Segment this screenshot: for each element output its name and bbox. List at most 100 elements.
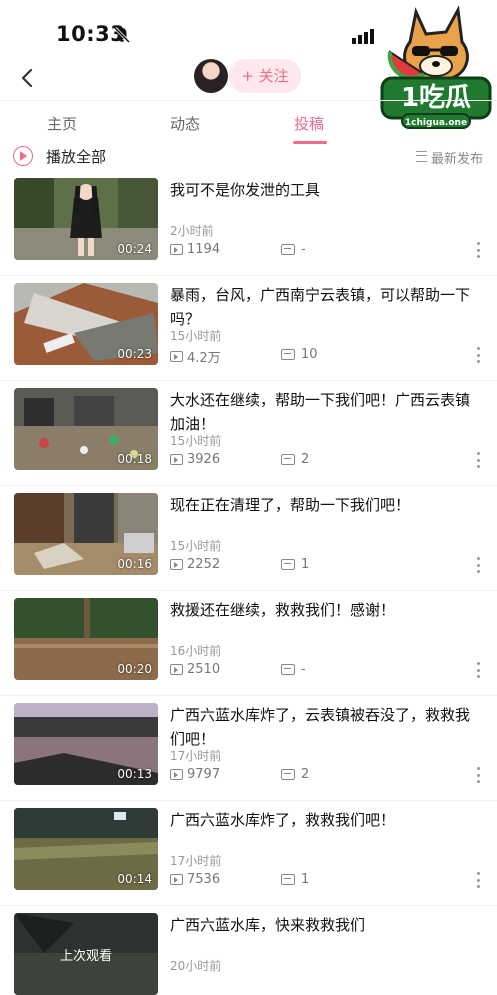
comment-icon	[281, 454, 295, 465]
tab-posts[interactable]: 投稿	[294, 113, 324, 134]
video-item[interactable]: 00:18 大水还在继续，帮助一下我们吧！广西云表镇加油！ 15小时前 3926 2	[0, 380, 497, 470]
play-count-icon	[170, 769, 183, 780]
last-watched-overlay: 上次观看	[14, 913, 158, 995]
video-duration: 00:13	[117, 767, 152, 781]
more-options-icon[interactable]	[477, 347, 481, 363]
video-thumbnail[interactable]: 00:23	[14, 283, 158, 365]
video-time-ago: 17小时前	[170, 854, 222, 868]
comment-icon	[281, 559, 295, 570]
list-divider	[0, 590, 497, 591]
video-time-ago: 15小时前	[170, 329, 222, 343]
comment-count: -	[281, 662, 306, 677]
list-divider	[0, 800, 497, 801]
video-thumbnail[interactable]: 00:16	[14, 493, 158, 575]
list-divider	[0, 695, 497, 696]
comment-icon	[281, 769, 295, 780]
video-title[interactable]: 广西六蓝水库炸了，救救我们吧！	[170, 808, 480, 832]
video-item[interactable]: 00:24 我可不是你发泄的工具 2小时前 1194 -	[0, 170, 497, 260]
comment-count-value: -	[301, 242, 306, 257]
list-divider	[0, 485, 497, 486]
follow-button[interactable]: + 关注	[229, 59, 301, 93]
video-item[interactable]: 00:23 暴雨，台风，广西南宁云表镇，可以帮助一下吗？ 15小时前 4.2万 10	[0, 275, 497, 366]
more-options-icon[interactable]	[477, 452, 481, 468]
video-item[interactable]: 00:20 救援还在继续，救救我们！感谢！ 16小时前 2510 -	[0, 590, 497, 680]
play-count-icon	[170, 351, 183, 362]
tab-home[interactable]: 主页	[47, 113, 77, 134]
tab-moments[interactable]: 动态	[170, 113, 200, 134]
play-count-icon	[170, 244, 183, 255]
play-count: 1194	[170, 242, 220, 257]
video-title[interactable]: 广西六蓝水库，快来救救我们	[170, 913, 480, 937]
play-count: 9797	[170, 767, 220, 782]
play-count-value: 7536	[187, 872, 221, 887]
comment-count-value: 10	[301, 347, 318, 362]
video-title[interactable]: 广西六蓝水库炸了，云表镇被吞没了，救救我们吧！	[170, 703, 480, 751]
video-thumbnail[interactable]: 00:24	[14, 178, 158, 260]
sort-button[interactable]: 最新发布	[415, 148, 483, 167]
play-count-value: 2252	[187, 557, 221, 572]
back-arrow-icon[interactable]	[14, 64, 42, 92]
play-count-value: 9797	[187, 767, 221, 782]
play-count-icon	[170, 559, 183, 570]
video-thumbnail[interactable]: 00:18	[14, 388, 158, 470]
video-time-ago: 20小时前	[170, 959, 222, 973]
play-count: 4.2万	[170, 347, 221, 366]
video-thumbnail[interactable]: 上次观看	[14, 913, 158, 995]
video-duration: 00:14	[117, 872, 152, 886]
video-duration: 00:23	[117, 347, 152, 361]
comment-count-value: -	[301, 662, 306, 677]
comment-icon	[281, 874, 295, 885]
video-title[interactable]: 大水还在继续，帮助一下我们吧！广西云表镇加油！	[170, 388, 480, 436]
video-thumbnail[interactable]: 00:13	[14, 703, 158, 785]
video-title[interactable]: 救援还在继续，救救我们！感谢！	[170, 598, 480, 622]
sort-label: 最新发布	[430, 152, 483, 167]
play-count-value: 1194	[187, 242, 221, 257]
play-count-value: 3926	[187, 452, 221, 467]
play-count: 7536	[170, 872, 220, 887]
play-circle-icon[interactable]	[13, 146, 33, 166]
comment-count-value: 1	[301, 872, 310, 887]
more-options-icon[interactable]	[477, 872, 481, 888]
video-thumbnail[interactable]: 00:20	[14, 598, 158, 680]
video-title[interactable]: 暴雨，台风，广西南宁云表镇，可以帮助一下吗？	[170, 283, 480, 331]
comment-count: 2	[281, 767, 309, 782]
video-duration: 00:18	[117, 452, 152, 466]
video-title[interactable]: 我可不是你发泄的工具	[170, 178, 480, 202]
comment-count: 1	[281, 872, 309, 887]
video-time-ago: 2小时前	[170, 224, 214, 238]
play-count: 2510	[170, 662, 220, 677]
video-item[interactable]: 00:13 广西六蓝水库炸了，云表镇被吞没了，救救我们吧！ 17小时前 9797 2	[0, 695, 497, 785]
user-avatar[interactable]	[194, 59, 228, 93]
play-all-row: 播放全部 最新发布	[0, 144, 497, 170]
play-count-icon	[170, 874, 183, 885]
comment-icon	[281, 349, 295, 360]
play-count-value: 4.2万	[187, 351, 221, 366]
video-item[interactable]: 上次观看 广西六蓝水库，快来救救我们 20小时前	[0, 905, 497, 995]
more-options-icon[interactable]	[477, 662, 481, 678]
more-options-icon[interactable]	[477, 557, 481, 573]
play-all-button[interactable]: 播放全部	[46, 146, 106, 167]
comment-icon	[281, 244, 295, 255]
profile-tabs: 主页 动态 投稿	[0, 100, 497, 145]
more-options-icon[interactable]	[477, 242, 481, 258]
sort-lines-icon	[415, 151, 427, 162]
play-count-icon	[170, 454, 183, 465]
bell-muted-icon	[113, 26, 131, 44]
comment-count-value: 1	[301, 557, 310, 572]
more-options-icon[interactable]	[477, 767, 481, 783]
comment-count-value: 2	[301, 767, 310, 782]
video-duration: 00:24	[117, 242, 152, 256]
video-title[interactable]: 现在正在清理了，帮助一下我们吧！	[170, 493, 480, 517]
video-item[interactable]: 00:16 现在正在清理了，帮助一下我们吧！ 15小时前 2252 1	[0, 485, 497, 575]
video-time-ago: 15小时前	[170, 539, 222, 553]
video-item[interactable]: 00:14 广西六蓝水库炸了，救救我们吧！ 17小时前 7536 1	[0, 800, 497, 890]
comment-count: 10	[281, 347, 318, 362]
comment-count: 2	[281, 452, 309, 467]
video-thumbnail[interactable]: 00:14	[14, 808, 158, 890]
video-time-ago: 15小时前	[170, 434, 222, 448]
video-time-ago: 16小时前	[170, 644, 222, 658]
play-count-value: 2510	[187, 662, 221, 677]
list-divider	[0, 905, 497, 906]
comment-count-value: 2	[301, 452, 310, 467]
play-count: 3926	[170, 452, 220, 467]
